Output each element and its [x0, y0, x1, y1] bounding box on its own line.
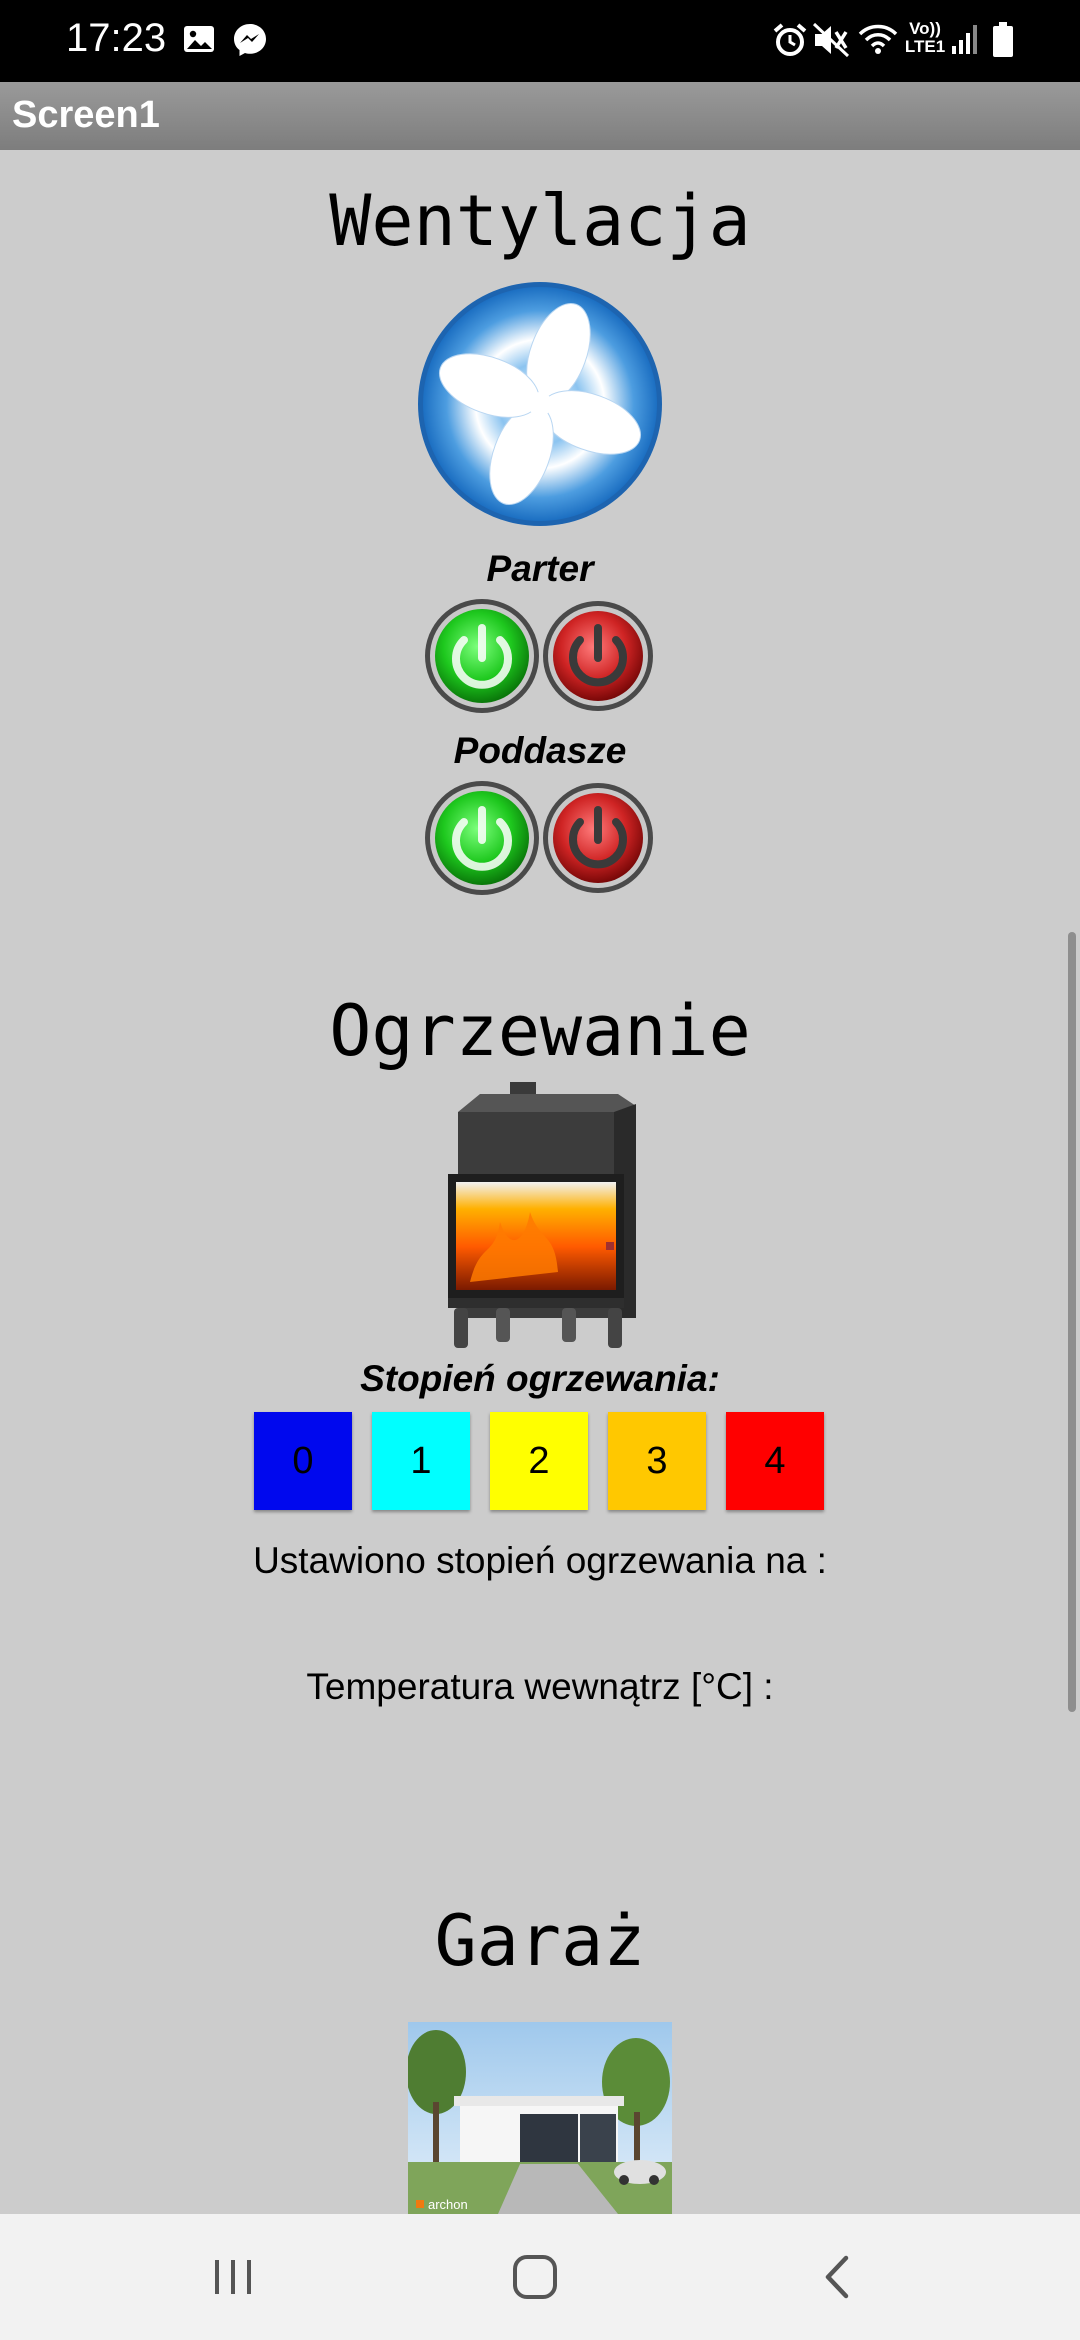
poddasze-off-button[interactable] — [542, 782, 654, 894]
parter-off-button[interactable] — [542, 600, 654, 712]
mute-icon — [812, 22, 850, 63]
scrollbar[interactable] — [1068, 932, 1076, 1712]
network-label: Vo)) LTE1 — [904, 19, 946, 56]
temperature-text: Temperatura wewnątrz [°C] : — [306, 1666, 774, 1707]
home-icon — [513, 2255, 557, 2299]
heating-level-2-button[interactable]: 2 — [490, 1412, 588, 1510]
back-icon — [825, 2255, 849, 2299]
heating-level-0-button[interactable]: 0 — [254, 1412, 352, 1510]
recent-apps-button[interactable] — [198, 2244, 268, 2310]
screen-content[interactable]: Wentylacja Parter Poddasze Ogrzewanie St… — [0, 150, 1080, 2214]
ventilation-heading: Wentylacja — [329, 180, 751, 262]
heating-level-3-button[interactable]: 3 — [608, 1412, 706, 1510]
recent-apps-icon — [215, 2260, 251, 2294]
heating-heading: Ogrzewanie — [329, 990, 751, 1072]
back-button[interactable] — [802, 2244, 872, 2310]
alarm-icon — [772, 22, 808, 63]
wifi-icon — [858, 22, 898, 61]
heating-level-1-button[interactable]: 1 — [372, 1412, 470, 1510]
messenger-icon — [232, 22, 268, 63]
fireplace-image — [440, 1082, 640, 1357]
signal-icon — [950, 22, 980, 61]
heating-level-label: Stopień ogrzewania: — [360, 1358, 720, 1399]
status-bar: 17:23 Vo)) LTE1 — [0, 0, 1080, 82]
navigation-bar — [0, 2214, 1080, 2340]
parter-on-button[interactable] — [424, 598, 540, 714]
heating-level-4-button[interactable]: 4 — [726, 1412, 824, 1510]
home-button[interactable] — [500, 2244, 570, 2310]
garage-heading: Garaż — [434, 1900, 646, 1982]
title-bar: Screen1 — [0, 82, 1080, 150]
garage-image: archon — [408, 2022, 672, 2214]
gallery-icon — [182, 22, 216, 61]
screen-title: Screen1 — [12, 94, 160, 136]
status-time: 17:23 — [66, 16, 167, 60]
fan-image — [416, 280, 664, 533]
set-level-text: Ustawiono stopień ogrzewania na : — [253, 1540, 827, 1581]
parter-label: Parter — [486, 548, 594, 589]
battery-icon — [992, 22, 1014, 63]
archon-watermark: archon — [428, 2197, 468, 2212]
poddasze-on-button[interactable] — [424, 780, 540, 896]
poddasze-label: Poddasze — [453, 730, 627, 771]
